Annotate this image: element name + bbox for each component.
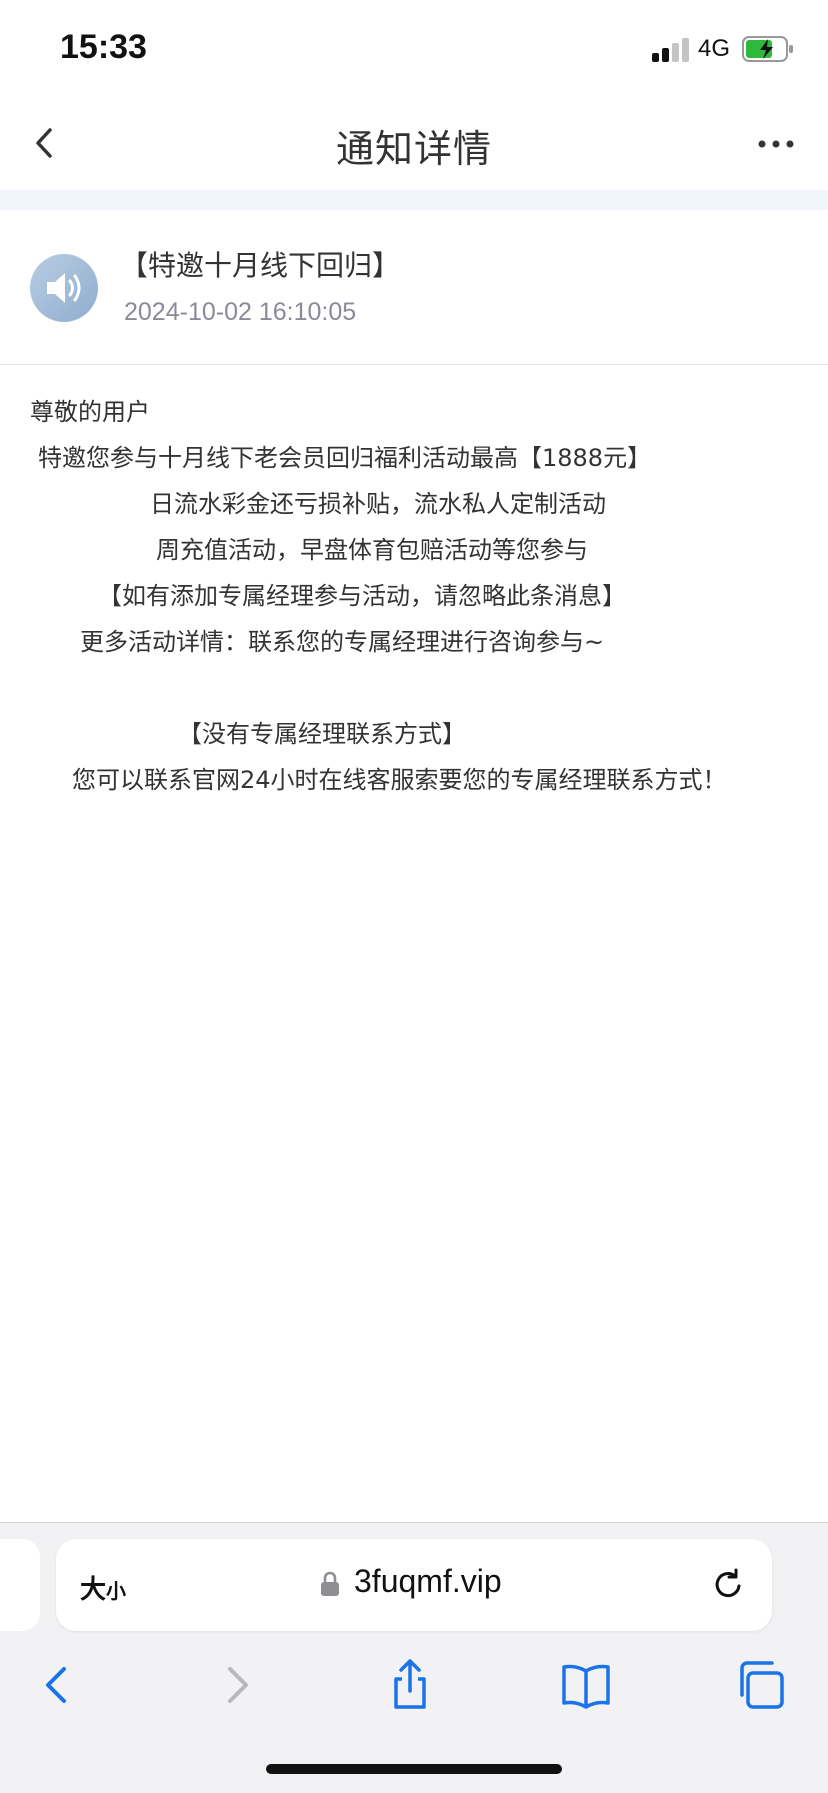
- body-line: 【如有添加专属经理参与活动，请忽略此条消息】: [98, 582, 626, 610]
- status-bar: 15:33 4G: [0, 0, 828, 96]
- browser-back-icon[interactable]: [28, 1655, 88, 1715]
- url-text: 3fuqmf.vip: [354, 1563, 502, 1599]
- page-title: 通知详情: [335, 127, 492, 171]
- battery-charging-icon: [742, 36, 793, 62]
- signal-icon: [652, 38, 692, 62]
- notice-date: 2024-10-02 16:10:05: [124, 298, 357, 326]
- body-line: 您可以联系官网24小时在线客服索要您的专属经理联系方式！: [72, 766, 727, 794]
- text-size-small-label: 小: [106, 1579, 127, 1603]
- notice-title: 【特邀十月线下回归】: [120, 249, 401, 282]
- browser-toolbar: 大小 3fuqmf.vip: [0, 1522, 828, 1793]
- notice-header: 【特邀十月线下回归】 2024-10-02 16:10:05: [0, 210, 828, 365]
- bookmarks-icon[interactable]: [556, 1655, 616, 1715]
- status-time: 15:33: [60, 28, 147, 66]
- lock-icon: [321, 1571, 339, 1596]
- ellipsis-icon[interactable]: [752, 124, 800, 164]
- browser-forward-icon[interactable]: [206, 1655, 266, 1715]
- tabs-icon[interactable]: [732, 1655, 792, 1715]
- body-line: 【没有专属经理联系方式】: [178, 720, 466, 748]
- body-line: 特邀您参与十月线下老会员回归福利活动最高【1888元】: [38, 444, 652, 472]
- text-size-button[interactable]: 大小: [80, 1569, 126, 1606]
- speaker-icon: [30, 254, 98, 322]
- body-line: 日流水彩金还亏损补贴，流水私人定制活动: [150, 490, 606, 518]
- body-line: 尊敬的用户: [30, 398, 150, 426]
- reload-icon[interactable]: [708, 1565, 748, 1605]
- text-size-big-label: 大: [80, 1575, 107, 1605]
- share-icon[interactable]: [380, 1655, 440, 1715]
- nav-bar: 通知详情: [0, 96, 828, 190]
- previous-tab-preview[interactable]: [0, 1539, 40, 1631]
- network-label: 4G: [698, 35, 731, 62]
- body-line: 更多活动详情：联系您的专属经理进行咨询参与~: [80, 628, 605, 656]
- home-indicator: [266, 1764, 562, 1774]
- nav-divider: [0, 190, 828, 210]
- body-line: 周充值活动，早盘体育包赔活动等您参与: [156, 536, 588, 564]
- address-bar[interactable]: 大小 3fuqmf.vip: [56, 1539, 772, 1631]
